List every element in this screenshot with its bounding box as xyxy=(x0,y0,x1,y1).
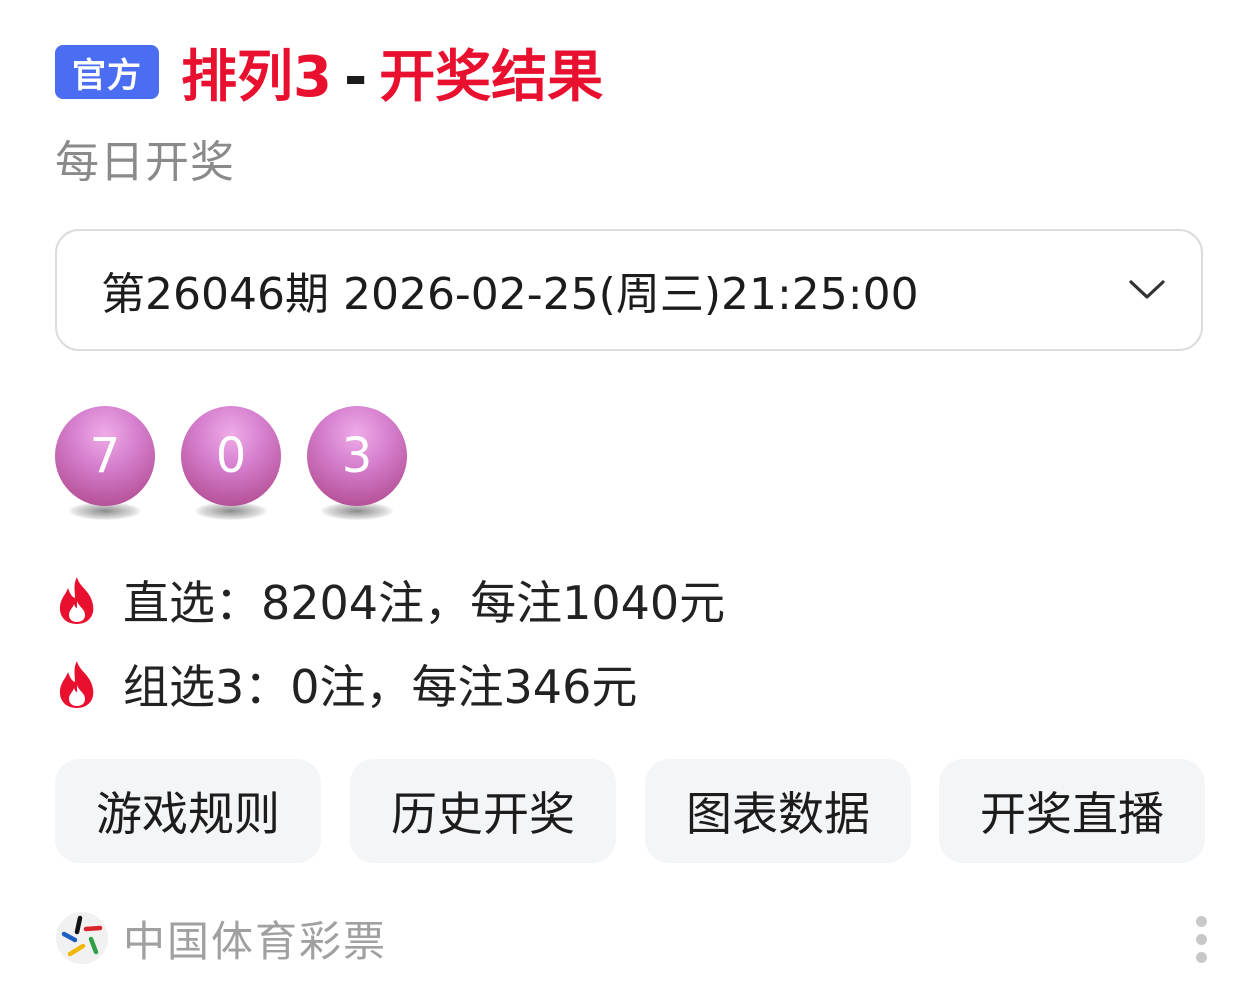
chevron-down-icon xyxy=(1129,280,1165,299)
menu-dot xyxy=(1196,916,1207,927)
draw-frequency: 每日开奖 xyxy=(55,137,235,188)
fire-icon xyxy=(59,661,94,708)
number-ball-wrapper: 3 xyxy=(307,406,407,526)
draw-period-select[interactable]: 第26046期 2026-02-25(周三)21:25:00 xyxy=(55,229,1203,351)
prize-group3: 组选3：0注，每注346元 xyxy=(55,654,637,714)
prize-group3-text: 组选3：0注，每注346元 xyxy=(123,660,638,714)
prize-direct: 直选：8204注，每注1040元 xyxy=(55,570,725,630)
number-ball: 0 xyxy=(181,406,281,506)
fire-icon xyxy=(59,577,94,624)
title-separator: - xyxy=(343,44,368,110)
more-vertical-icon[interactable] xyxy=(1190,912,1214,968)
official-badge: 官方 xyxy=(55,45,159,99)
title-lottery-name: 排列3 xyxy=(181,44,332,110)
page-title[interactable]: 排列3- 开奖结果 xyxy=(181,32,603,113)
sports-lottery-logo-icon xyxy=(56,912,108,964)
number-ball-wrapper: 0 xyxy=(181,406,281,526)
source-name: 中国体育彩票 xyxy=(123,916,388,966)
chart-data-button[interactable]: 图表数据 xyxy=(645,759,911,863)
number-ball-wrapper: 7 xyxy=(55,406,155,526)
number-ball: 3 xyxy=(307,406,407,506)
source-footer[interactable]: 中国体育彩票 xyxy=(55,908,387,968)
draw-period-value: 第26046期 2026-02-25(周三)21:25:00 xyxy=(101,269,919,320)
history-draws-button[interactable]: 历史开奖 xyxy=(350,759,616,863)
menu-dot xyxy=(1196,952,1207,963)
game-rules-button[interactable]: 游戏规则 xyxy=(55,759,321,863)
action-buttons: 游戏规则 历史开奖 图表数据 开奖直播 xyxy=(55,759,1205,863)
title-result-label: 开奖结果 xyxy=(379,44,604,110)
menu-dot xyxy=(1196,934,1207,945)
number-ball: 7 xyxy=(55,406,155,506)
prize-direct-text: 直选：8204注，每注1040元 xyxy=(123,576,726,630)
result-header: 官方 排列3- 开奖结果 xyxy=(55,38,603,110)
live-draw-button[interactable]: 开奖直播 xyxy=(939,759,1205,863)
